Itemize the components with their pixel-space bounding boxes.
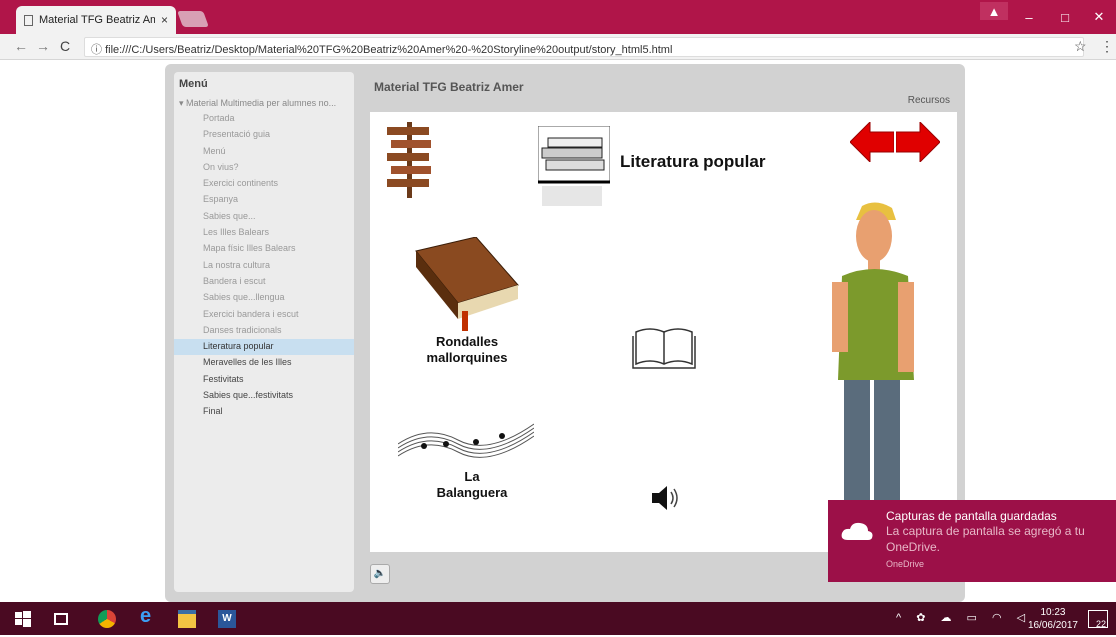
info-icon: ⓘ [91, 44, 106, 56]
menu-item[interactable]: On vius? [174, 160, 354, 176]
menu-dots-icon[interactable]: ⋮ [1100, 38, 1114, 55]
url-bar[interactable]: ⓘ file:///C:/Users/Beatriz/Desktop/Mater… [84, 37, 1084, 57]
tab-close-icon[interactable]: × [161, 13, 168, 27]
notification-title: Capturas de pantalla guardadas [886, 509, 1057, 523]
action-center-icon[interactable]: 22 [1088, 610, 1108, 629]
close-window-button[interactable]: ✕ [1082, 0, 1116, 34]
music-staff-image [398, 423, 534, 458]
slide-heading: Literatura popular [620, 152, 766, 171]
new-tab-button[interactable] [177, 11, 209, 27]
maximize-button[interactable]: □ [1048, 0, 1082, 34]
chrome-icon[interactable] [98, 610, 116, 628]
bookmark-star-icon[interactable]: ☆ [1074, 38, 1087, 55]
menu-item[interactable]: Meravelles de les Illes [174, 355, 354, 371]
clock[interactable]: 10:23 16/06/2017 [1028, 606, 1078, 632]
address-toolbar: ← → C ⓘ file:///C:/Users/Beatriz/Desktop… [0, 34, 1116, 60]
open-book-icon[interactable] [632, 324, 696, 370]
menu-item[interactable]: Menú [174, 144, 354, 160]
page-icon [24, 14, 33, 26]
menu-item[interactable]: Festivitats [174, 372, 354, 388]
windows-start-icon[interactable] [14, 610, 32, 628]
word-icon[interactable]: W [218, 610, 236, 628]
speaker-icon[interactable] [650, 484, 684, 512]
menu-root-item[interactable]: ▾ Material Multimedia per alumnes no... [174, 96, 354, 111]
menu-item[interactable]: Literatura popular [174, 339, 354, 356]
forward-arrow-icon[interactable]: → [36, 38, 50, 54]
resources-link[interactable]: Recursos [908, 95, 950, 106]
menu-item[interactable]: La nostra cultura [174, 258, 354, 274]
menu-item[interactable]: Sabies que... [174, 209, 354, 225]
menu-item[interactable]: Espanya [174, 192, 354, 208]
menu-item[interactable]: Mapa físic Illes Balears [174, 241, 354, 257]
notification-count: 22 [1095, 619, 1106, 629]
menu-item[interactable]: Sabies que...llengua [174, 290, 354, 306]
notification-body: La captura de pantalla se agregó a tu On… [886, 524, 1085, 554]
balanguera-label-line1[interactable]: La [432, 469, 512, 484]
signpost-image [387, 122, 431, 198]
file-explorer-icon[interactable] [178, 610, 196, 628]
clock-time: 10:23 [1040, 607, 1066, 618]
balanguera-label-line2[interactable]: Balanguera [432, 485, 512, 500]
menu-item[interactable]: Les Illes Balears [174, 225, 354, 241]
task-view-icon[interactable] [54, 613, 68, 625]
menu-list: Portada Presentació guia Menú On vius? Exerc… [174, 111, 354, 421]
next-arrow-icon[interactable] [896, 122, 940, 162]
tab-title: Material TFG Beatriz Amer [39, 14, 155, 26]
onedrive-notification[interactable]: Capturas de pantalla guardadas La captur… [828, 500, 1116, 582]
menu-item[interactable]: Sabies que...festivitats [174, 388, 354, 404]
menu-item[interactable]: Bandera i escut [174, 274, 354, 290]
clock-date: 16/06/2017 [1027, 620, 1078, 631]
menu-item[interactable]: Exercici bandera i escut [174, 307, 354, 323]
reload-icon[interactable]: C [60, 38, 70, 54]
menu-heading: Menú [179, 78, 208, 90]
back-arrow-icon[interactable]: ← [14, 38, 28, 54]
slide-canvas: Literatura popular Rondalles mallorquine… [370, 112, 957, 552]
previous-arrow-icon[interactable] [850, 122, 894, 162]
book-stack-image [538, 126, 610, 206]
cloud-icon [841, 522, 873, 540]
system-tray-icons[interactable]: ^ ✿ ☁ ▭ ◠ ◁ [896, 611, 1031, 624]
menu-root-label: Material Multimedia per alumnes no... [186, 98, 337, 108]
edge-icon[interactable]: e [140, 605, 158, 627]
menu-item[interactable]: Portada [174, 111, 354, 127]
windows-taskbar: e W ^ ✿ ☁ ▭ ◠ ◁ 10:23 16/06/2017 22 [0, 602, 1116, 635]
course-title: Material TFG Beatriz Amer [374, 80, 524, 94]
menu-item[interactable]: Presentació guia [174, 127, 354, 143]
profile-icon[interactable]: ▲ [980, 2, 1008, 20]
browser-titlebar: Material TFG Beatriz Amer × ▲ – □ ✕ [0, 0, 1116, 34]
url-text: file:///C:/Users/Beatriz/Desktop/Materia… [105, 44, 673, 56]
menu-item[interactable]: Exercici continents [174, 176, 354, 192]
notification-source: OneDrive [886, 559, 925, 569]
menu-item[interactable]: Final [174, 404, 354, 420]
brown-book-image [415, 237, 519, 331]
menu-item[interactable]: Danses tradicionals [174, 323, 354, 339]
menu-sidebar: Menú ▾ Material Multimedia per alumnes n… [174, 72, 354, 592]
browser-tab[interactable]: Material TFG Beatriz Amer × [16, 6, 176, 34]
minimize-button[interactable]: – [1012, 0, 1046, 34]
volume-button[interactable]: 🔈 [370, 564, 390, 584]
rondalles-label[interactable]: Rondalles mallorquines [422, 334, 512, 366]
